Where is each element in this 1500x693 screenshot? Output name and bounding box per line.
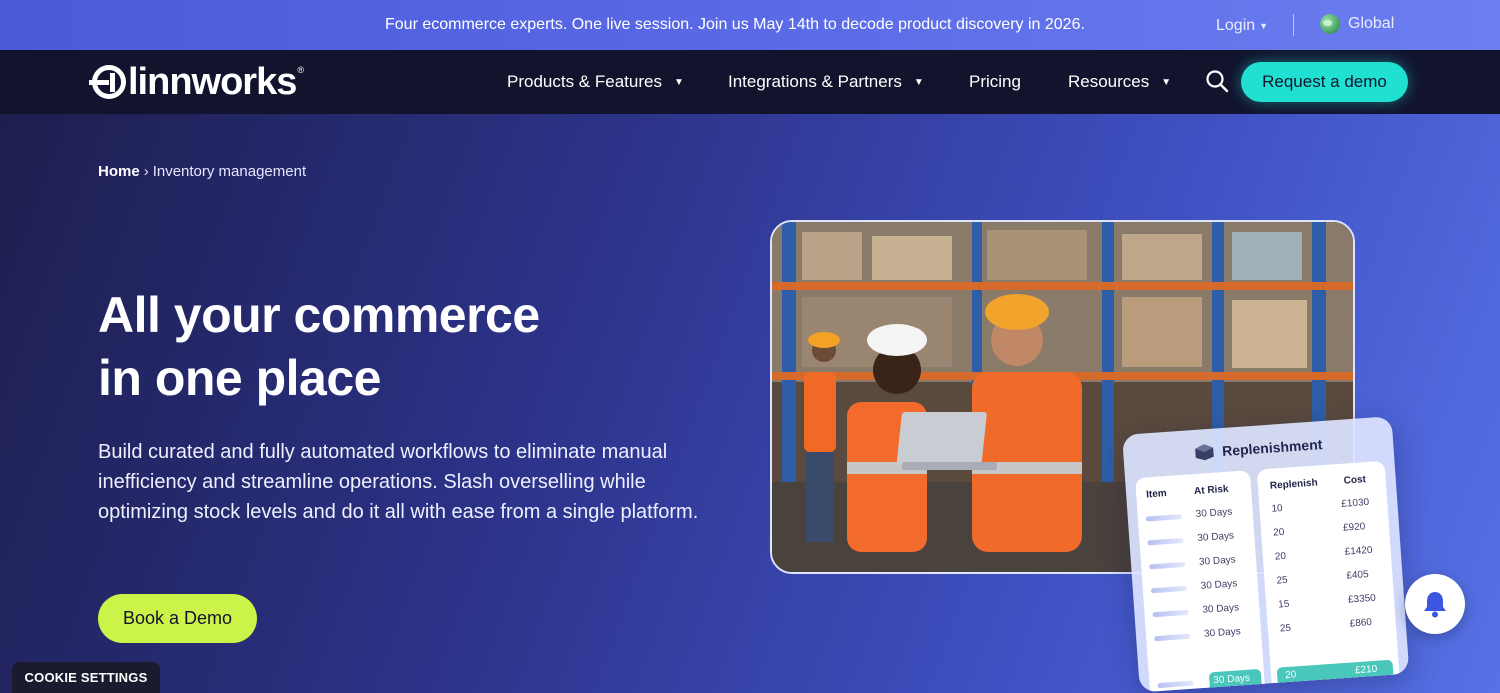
- cost-cell: £3350: [1347, 592, 1377, 606]
- replenish-cell: 20: [1274, 550, 1287, 563]
- replenishment-title: Replenishment: [1221, 436, 1323, 460]
- divider: [1293, 14, 1294, 36]
- chevron-down-icon: ▼: [1161, 76, 1172, 88]
- book-demo-button[interactable]: Book a Demo: [98, 594, 257, 643]
- item-placeholder-bar: [1154, 633, 1191, 642]
- item-placeholder-bar: [1157, 680, 1194, 689]
- region-selector[interactable]: Global: [1320, 14, 1394, 34]
- replenishment-card: Replenishment Item At Risk 30 Days 30 Da…: [1122, 416, 1410, 693]
- nav-item-label: Resources: [1068, 72, 1150, 91]
- nav-item-integrations-partners[interactable]: Integrations & Partners ▼: [728, 72, 924, 92]
- logo-mark-icon: [89, 65, 126, 99]
- replenish-cell: 10: [1271, 502, 1284, 515]
- item-placeholder-bar: [1149, 561, 1186, 570]
- nav-item-pricing[interactable]: Pricing: [969, 72, 1021, 92]
- at-risk-cell: 30 Days: [1200, 578, 1238, 592]
- page-title-line-1: All your commerce: [98, 287, 540, 343]
- nav-item-label: Pricing: [969, 72, 1021, 91]
- chevron-down-icon: ▼: [673, 76, 684, 88]
- region-label: Global: [1348, 15, 1395, 32]
- replenish-cell: 25: [1276, 574, 1289, 587]
- chevron-down-icon: ▼: [913, 76, 924, 88]
- at-risk-panel: Item At Risk 30 Days 30 Days 30 Days 30 …: [1135, 470, 1266, 693]
- item-placeholder-bar: [1147, 537, 1184, 546]
- announcement-bar: Four ecommerce experts. One live session…: [0, 0, 1500, 50]
- globe-icon: [1320, 14, 1340, 34]
- bell-icon: [1424, 592, 1446, 618]
- replenish-panel: Replenish Cost 10 £1030 20 £920 20 £1420…: [1256, 460, 1401, 693]
- hero-description: Build curated and fully automated workfl…: [98, 441, 699, 523]
- item-placeholder-bar: [1152, 609, 1189, 618]
- nav-item-products-features[interactable]: Products & Features ▼: [507, 72, 684, 92]
- cost-cell: £210: [1354, 663, 1378, 677]
- col-header-replenish: Replenish: [1269, 477, 1319, 492]
- login-label: Login: [1216, 17, 1256, 34]
- replenish-cell: 20: [1284, 669, 1297, 682]
- at-risk-cell: 30 Days: [1203, 626, 1242, 640]
- col-header-at-risk: At Risk: [1193, 483, 1229, 498]
- cost-cell: £860: [1349, 617, 1373, 630]
- breadcrumb-home[interactable]: Home: [98, 163, 140, 180]
- replenish-cell: 25: [1279, 622, 1292, 635]
- chevron-down-icon: ▼: [1259, 20, 1269, 31]
- at-risk-cell: 30 Days: [1197, 530, 1235, 544]
- cost-cell: £1030: [1340, 496, 1370, 510]
- search-icon[interactable]: [1205, 69, 1229, 93]
- at-risk-cell: 30 Days: [1202, 602, 1240, 616]
- notification-bell-button[interactable]: [1405, 574, 1465, 634]
- replenishment-header: Replenishment: [1123, 430, 1394, 467]
- login-menu[interactable]: Login ▼: [1216, 17, 1268, 35]
- cost-cell: £920: [1342, 521, 1366, 534]
- breadcrumb-separator: ›: [143, 163, 149, 180]
- page-title-line-2: in one place: [98, 350, 381, 406]
- nav-item-label: Integrations & Partners: [728, 72, 902, 91]
- cost-cell: £405: [1346, 569, 1369, 582]
- at-risk-cell: 30 Days: [1198, 554, 1237, 568]
- request-demo-button[interactable]: Request a demo: [1241, 62, 1408, 102]
- breadcrumb-current: Inventory management: [152, 163, 307, 180]
- replenish-cell: 15: [1277, 598, 1290, 611]
- logo-text: linnworks: [128, 61, 297, 103]
- nav-item-label: Products & Features: [507, 72, 662, 91]
- box-icon: [1194, 444, 1214, 461]
- main-nav: linnworks ® Products & Features ▼ Integr…: [0, 50, 1500, 114]
- cookie-settings-button[interactable]: COOKIE SETTINGS: [12, 662, 160, 693]
- col-header-cost: Cost: [1343, 474, 1367, 487]
- page-title: All your commerce in one place: [98, 284, 618, 410]
- registered-mark-icon: ®: [297, 65, 305, 75]
- breadcrumb: Home › Inventory management: [98, 163, 306, 180]
- replenish-cell: 20: [1272, 526, 1285, 539]
- linnworks-logo[interactable]: linnworks ®: [89, 61, 305, 103]
- item-placeholder-bar: [1150, 585, 1188, 594]
- item-placeholder-bar: [1145, 514, 1183, 522]
- announcement-text[interactable]: Four ecommerce experts. One live session…: [385, 16, 1085, 34]
- cost-cell: £1420: [1344, 544, 1373, 558]
- at-risk-cell: 30 Days: [1195, 506, 1233, 521]
- nav-item-resources[interactable]: Resources ▼: [1068, 72, 1171, 92]
- col-header-item: Item: [1145, 488, 1168, 501]
